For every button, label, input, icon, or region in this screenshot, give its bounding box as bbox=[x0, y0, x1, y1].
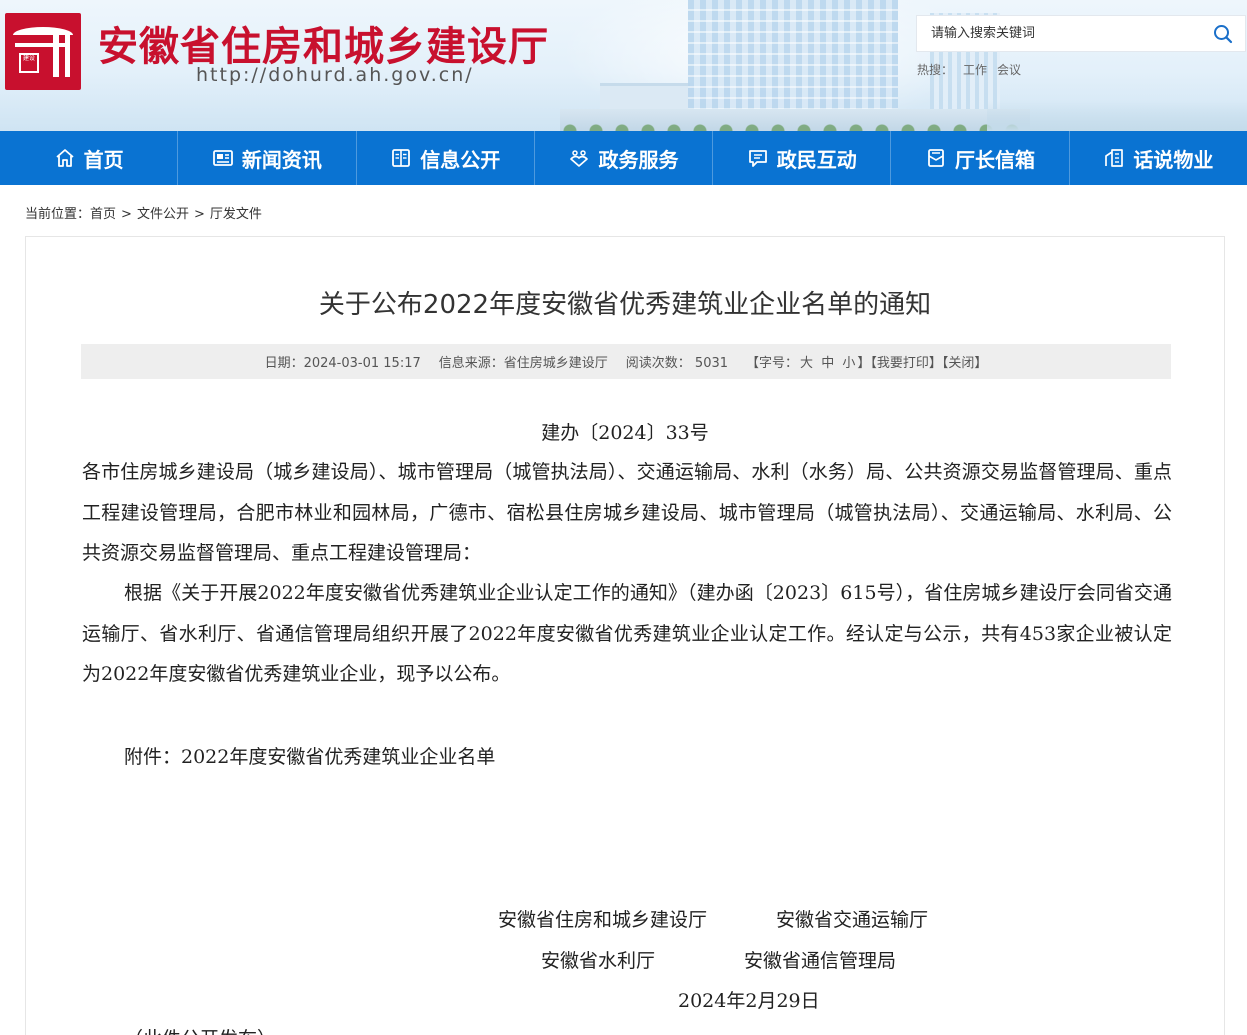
document-icon bbox=[392, 149, 411, 167]
nav-label: 话说物业 bbox=[1133, 147, 1214, 172]
header-hills bbox=[987, 101, 1247, 131]
nav-item-property[interactable]: 话说物业 bbox=[1070, 131, 1247, 185]
nav-item-interaction[interactable]: 政民互动 bbox=[713, 131, 892, 185]
hot-search-label: 热搜： bbox=[917, 63, 954, 77]
document-number: 建办〔2024〕33号 bbox=[541, 422, 709, 444]
signatory: 安徽省通信管理局 bbox=[744, 950, 897, 972]
font-size-label: 【字号： bbox=[746, 356, 799, 371]
site-url: http://dohurd.ah.gov.cn/ bbox=[196, 64, 474, 86]
nav-item-gov-service[interactable]: 政务服务 bbox=[535, 131, 714, 185]
article-recipients: 各市住房城乡建设局（城乡建设局）、城市管理局（城管执法局）、交通运输局、水利（水… bbox=[82, 461, 1172, 564]
nav-item-info-disclosure[interactable]: 信息公开 bbox=[357, 131, 535, 185]
nav-label: 政民互动 bbox=[776, 147, 857, 172]
attachment-link[interactable]: 附件：2022年度安徽省优秀建筑业企业名单 bbox=[124, 742, 495, 769]
nav-label: 首页 bbox=[83, 147, 124, 172]
breadcrumb-separator: > bbox=[121, 207, 132, 222]
hot-search-item[interactable]: 会议 bbox=[997, 63, 1021, 77]
nav-label: 厅长信箱 bbox=[955, 147, 1036, 172]
chat-icon bbox=[748, 150, 767, 167]
signatory: 安徽省住房和城乡建设厅 bbox=[498, 909, 708, 931]
font-size-small-button[interactable]: 小 bbox=[842, 356, 855, 371]
article-meta-bar: 日期：2024-03-01 15:17 信息来源：省住房城乡建设厅 阅读次数： … bbox=[81, 344, 1171, 379]
views-label: 阅读次数： bbox=[625, 356, 691, 371]
breadcrumb-separator: > bbox=[193, 207, 205, 222]
nav-label: 政务服务 bbox=[598, 147, 679, 172]
breadcrumb-item-department-files[interactable]: 厅发文件 bbox=[210, 207, 262, 222]
search-button[interactable] bbox=[1201, 16, 1245, 51]
nav-label: 信息公开 bbox=[420, 147, 501, 172]
article-title: 关于公布2022年度安徽省优秀建筑业企业名单的通知 bbox=[318, 290, 932, 320]
breadcrumb-item-home[interactable]: 首页 bbox=[90, 207, 116, 222]
breadcrumb-prefix: 当前位置： bbox=[25, 207, 91, 222]
header-trees bbox=[560, 117, 1030, 131]
article-source: 信息来源：省住房城乡建设厅 bbox=[438, 356, 608, 371]
article-views: 阅读次数： 5031 bbox=[626, 352, 728, 371]
search-box bbox=[916, 15, 1246, 52]
news-icon bbox=[213, 150, 233, 166]
nav-label: 新闻资讯 bbox=[241, 147, 322, 172]
nav-item-news[interactable]: 新闻资讯 bbox=[178, 131, 357, 185]
site-logo[interactable]: 建设 bbox=[5, 13, 81, 90]
publication-note: （此件公开发布） bbox=[124, 1024, 276, 1035]
sign-date: 2024年2月29日 bbox=[678, 990, 820, 1012]
nav-item-home[interactable]: 首页 bbox=[0, 131, 179, 185]
views-count: 5031 bbox=[694, 356, 729, 371]
nav-item-mailbox[interactable]: 厅长信箱 bbox=[891, 131, 1070, 185]
main-nav: 首页 新闻资讯 信息公开 政务服务 政民互动 厅长信箱 话说物业 bbox=[0, 131, 1247, 185]
signatory: 安徽省交通运输厅 bbox=[776, 909, 929, 931]
font-size-control: 【字号：大 中 小】【我要打印】【关闭】 bbox=[746, 352, 987, 371]
home-icon bbox=[56, 149, 74, 167]
font-size-medium-button[interactable]: 中 bbox=[821, 356, 834, 371]
mailbox-icon bbox=[928, 149, 944, 167]
site-header: 建设 安徽省住房和城乡建设厅 http://dohurd.ah.gov.cn/ … bbox=[0, 0, 1247, 131]
hot-search-item[interactable]: 工作 bbox=[963, 63, 987, 77]
service-icon bbox=[570, 150, 589, 167]
close-button[interactable]: 【关闭】 bbox=[942, 356, 988, 371]
hot-search: 热搜： 工作 会议 bbox=[917, 61, 1031, 78]
breadcrumb-item-file-disclosure[interactable]: 文件公开 bbox=[137, 207, 189, 222]
article-body: 根据《关于开展2022年度安徽省优秀建筑业企业认定工作的通知》（建办函〔2023… bbox=[82, 582, 1172, 685]
font-size-end: 】 bbox=[857, 356, 871, 371]
breadcrumb: 当前位置：首页 > 文件公开 > 厅发文件 bbox=[25, 203, 262, 222]
print-button[interactable]: 【我要打印】 bbox=[870, 356, 942, 371]
font-size-large-button[interactable]: 大 bbox=[800, 356, 813, 371]
article-date: 日期：2024-03-01 15:17 bbox=[264, 356, 421, 371]
logo-emblem-icon: 建设 bbox=[13, 23, 73, 80]
search-icon bbox=[1214, 24, 1233, 43]
search-input[interactable] bbox=[917, 16, 1201, 51]
logo-seal: 建设 bbox=[19, 53, 39, 73]
building-icon bbox=[1105, 149, 1124, 167]
signatory: 安徽省水利厅 bbox=[541, 950, 656, 972]
